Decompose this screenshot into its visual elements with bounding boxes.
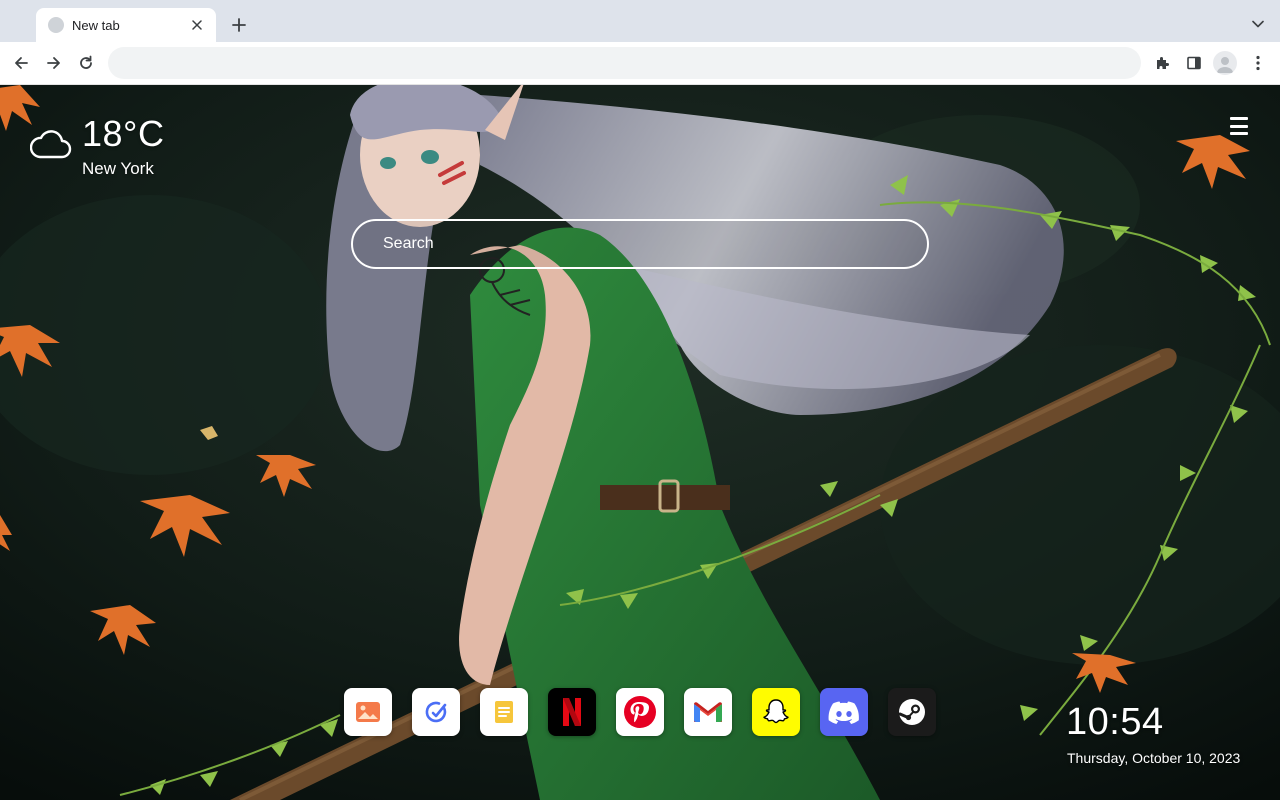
person-icon [1217,57,1233,73]
steam-icon [898,699,925,725]
tab-favicon-icon [48,17,64,33]
puzzle-icon [1157,57,1169,69]
clock-time: 10:54 [1066,701,1164,743]
search-box[interactable] [351,219,929,269]
netflix-icon [563,698,581,726]
shortcut-discord[interactable] [820,688,868,736]
new-tab-button[interactable] [226,12,252,38]
arrow-left-icon [15,57,28,69]
shortcut-gmail[interactable] [684,688,732,736]
address-bar[interactable] [108,47,1141,79]
shortcut-snapchat[interactable] [752,688,800,736]
tab-search-button[interactable] [1246,12,1270,36]
gmail-icon [694,702,722,722]
new-tab-page: 18°C New York Search 10:54 Thursday, Oct… [0,85,1280,800]
chevron-down-icon [1252,20,1264,28]
weather-temperature: 18°C [82,113,165,154]
browser-toolbar [0,42,1280,85]
close-icon [192,20,202,30]
shortcut-check[interactable] [412,688,460,736]
tab-strip: New tab [0,0,1280,42]
weather-widget[interactable]: 18°C New York [30,113,190,183]
shortcut-pinterest[interactable] [616,688,664,736]
profile-avatar[interactable] [1213,51,1237,75]
tab-title: New tab [72,17,120,33]
side-panel-button[interactable] [1181,50,1207,76]
cloud-icon [30,130,72,159]
arrow-right-icon [47,57,60,69]
menu-button[interactable] [1226,115,1252,137]
shortcut-dock [344,688,936,736]
browser-menu-button[interactable] [1245,50,1271,76]
reload-button[interactable] [73,50,99,76]
pinterest-icon [624,696,656,728]
reload-icon [80,55,92,69]
shortcut-steam[interactable] [888,688,936,736]
discord-icon [828,701,859,724]
clock-date: Thursday, October 10, 2023 [1067,750,1241,766]
hamburger-icon-bar [1230,132,1248,135]
weather-city: New York [82,159,154,178]
check-icon [425,701,447,723]
side-panel-icon [1187,56,1201,70]
back-button[interactable] [8,50,34,76]
tab-close-button[interactable] [188,16,206,34]
shortcut-photos[interactable] [344,688,392,736]
forward-button[interactable] [41,50,67,76]
shortcut-netflix[interactable] [548,688,596,736]
tab-new-tab[interactable]: New tab [36,8,216,42]
search-input[interactable] [353,221,927,267]
shortcut-notes[interactable] [480,688,528,736]
notes-icon [495,701,513,723]
plus-icon [232,18,246,32]
hamburger-icon-bar [1230,117,1248,120]
hamburger-icon-bar [1230,124,1248,128]
photos-icon [356,702,380,722]
extensions-button[interactable] [1149,50,1175,76]
more-vertical-icon [1256,55,1260,71]
snapchat-icon [763,699,789,724]
